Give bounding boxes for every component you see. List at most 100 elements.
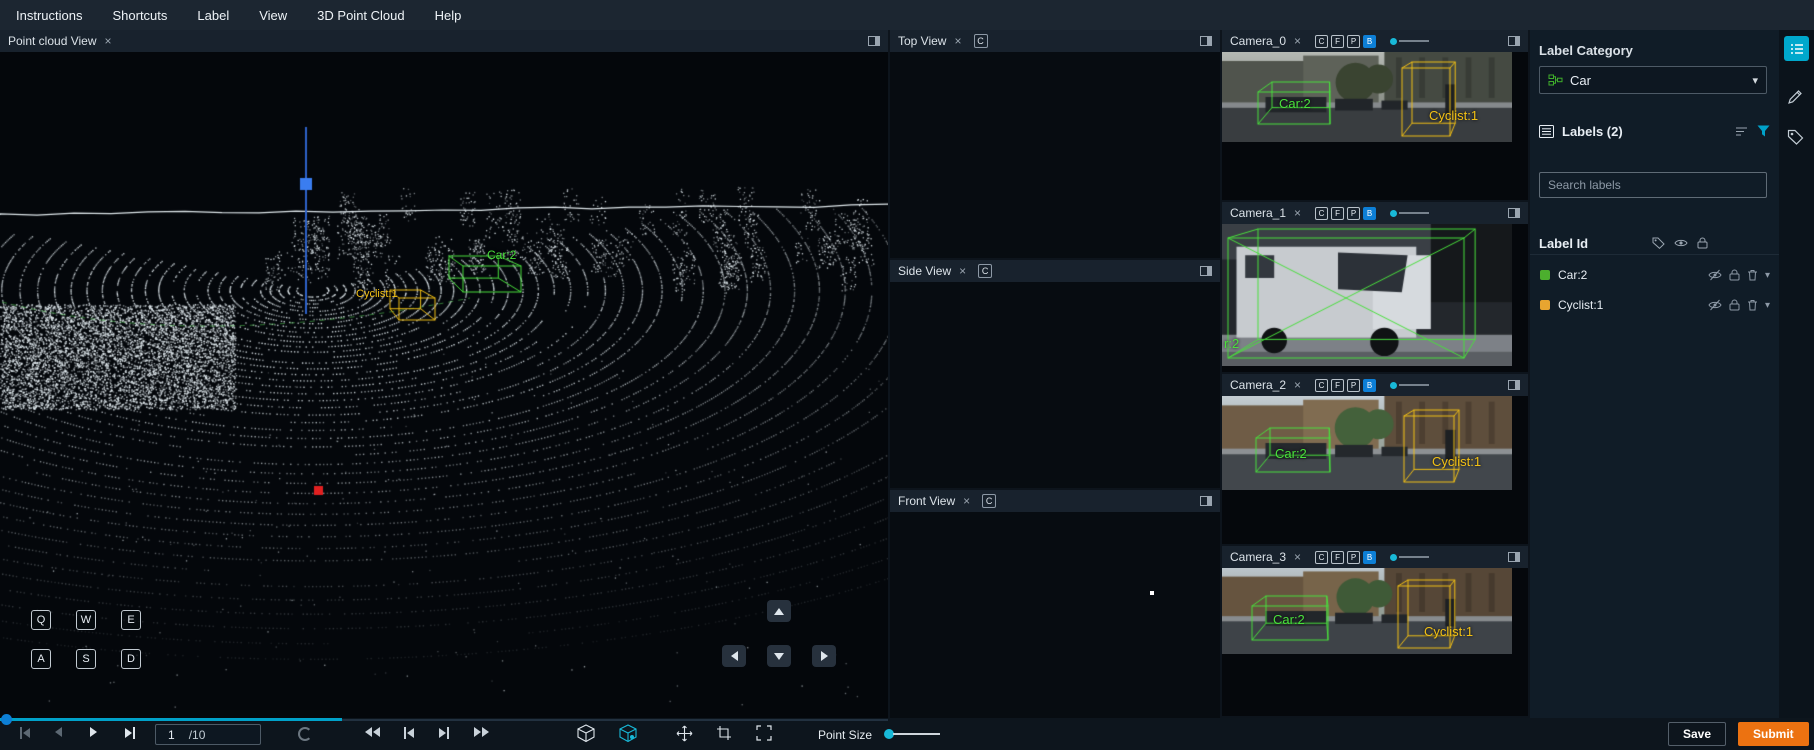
lock-icon[interactable] — [1697, 237, 1708, 249]
lock-icon[interactable] — [1729, 299, 1740, 311]
move-tool-icon[interactable] — [676, 725, 693, 742]
label-name[interactable]: Car:2 — [1558, 268, 1587, 282]
search-labels-input[interactable] — [1539, 172, 1767, 198]
lock-icon[interactable] — [1729, 269, 1740, 281]
previous-frame-button[interactable] — [55, 727, 62, 737]
next-frame-button[interactable] — [125, 727, 135, 739]
timeline-track[interactable] — [342, 719, 888, 721]
brightness-slider[interactable] — [1390, 38, 1429, 45]
panel-layout-icon[interactable] — [1200, 266, 1212, 276]
timeline-handle[interactable] — [1, 714, 12, 725]
pan-left-button[interactable] — [722, 645, 746, 667]
panel-layout-icon[interactable] — [1508, 36, 1520, 46]
camera-p-button[interactable]: P — [1347, 207, 1360, 220]
trash-icon[interactable] — [1747, 269, 1758, 281]
camera-f-button[interactable]: F — [1331, 35, 1344, 48]
skip-to-start-button[interactable] — [20, 727, 30, 739]
camera-b-button[interactable]: B — [1363, 207, 1376, 220]
close-icon[interactable]: × — [963, 494, 970, 508]
camera-1-image[interactable]: r:2 — [1222, 224, 1528, 372]
camera-f-button[interactable]: F — [1331, 379, 1344, 392]
close-icon[interactable]: × — [1294, 550, 1301, 564]
camera-f-button[interactable]: F — [1331, 551, 1344, 564]
camera-b-button[interactable]: B — [1363, 379, 1376, 392]
panel-layout-icon[interactable] — [1508, 552, 1520, 562]
car-box-label[interactable]: Car:2 — [487, 248, 516, 262]
panel-layout-icon[interactable] — [1200, 496, 1212, 506]
panel-layout-icon[interactable] — [1200, 36, 1212, 46]
slider-handle[interactable] — [1390, 210, 1397, 217]
camera-0-frame[interactable] — [1222, 52, 1512, 142]
close-icon[interactable]: × — [959, 264, 966, 278]
camera-p-button[interactable]: P — [1347, 35, 1360, 48]
camera-b-button[interactable]: B — [1363, 35, 1376, 48]
frame-current[interactable]: 1 — [168, 728, 175, 742]
center-view-button[interactable]: C — [974, 34, 988, 48]
crop-tool-icon[interactable] — [716, 725, 732, 741]
pan-up-button[interactable] — [767, 600, 791, 622]
panel-layout-icon[interactable] — [1508, 380, 1520, 390]
tag-icon[interactable] — [1652, 237, 1665, 249]
label-row-cyclist[interactable]: Cyclist:1 ▾ — [1536, 292, 1774, 318]
camera-2-image[interactable]: Car:2 Cyclist:1 — [1222, 396, 1528, 544]
center-view-button[interactable]: C — [978, 264, 992, 278]
brightness-slider[interactable] — [1390, 382, 1429, 389]
panel-layout-icon[interactable] — [1508, 208, 1520, 218]
point-size-track[interactable] — [893, 733, 940, 735]
fast-forward-button[interactable] — [474, 727, 489, 737]
camera-c-button[interactable]: C — [1315, 379, 1328, 392]
menu-label[interactable]: Label — [197, 8, 229, 23]
label-name[interactable]: Cyclist:1 — [1558, 298, 1603, 312]
step-forward-button[interactable] — [439, 727, 449, 739]
sort-icon[interactable] — [1735, 126, 1748, 137]
chevron-down-icon[interactable]: ▾ — [1765, 270, 1770, 281]
save-button[interactable]: Save — [1668, 722, 1726, 746]
point-cloud-viewport[interactable]: Car:2 Cyclist:1 Q W E A S D — [0, 52, 888, 718]
menu-instructions[interactable]: Instructions — [16, 8, 82, 23]
menu-view[interactable]: View — [259, 8, 287, 23]
camera-b-button[interactable]: B — [1363, 551, 1376, 564]
camera-c-button[interactable]: C — [1315, 551, 1328, 564]
camera-p-button[interactable]: P — [1347, 379, 1360, 392]
camera-c-button[interactable]: C — [1315, 35, 1328, 48]
close-icon[interactable]: × — [954, 34, 961, 48]
camera-3-image[interactable]: Car:2 Cyclist:1 — [1222, 568, 1528, 716]
step-back-button[interactable] — [404, 727, 414, 739]
pan-down-button[interactable] — [767, 645, 791, 667]
fullscreen-icon[interactable] — [756, 725, 772, 741]
top-view-viewport[interactable] — [890, 52, 1220, 258]
play-button[interactable] — [90, 727, 97, 737]
frame-counter[interactable]: 1 /10 — [155, 724, 261, 745]
front-view-viewport[interactable] — [890, 512, 1220, 718]
close-icon[interactable]: × — [1294, 378, 1301, 392]
camera-2-frame[interactable] — [1222, 396, 1512, 490]
chevron-down-icon[interactable]: ▾ — [1765, 300, 1770, 311]
timeline-progress[interactable] — [0, 718, 342, 721]
camera-3-frame[interactable] — [1222, 568, 1512, 654]
menu-3d-point-cloud[interactable]: 3D Point Cloud — [317, 8, 404, 23]
car-box-label[interactable]: Car:2 — [1275, 446, 1307, 461]
cyclist-box-label[interactable]: Cyclist:1 — [1432, 454, 1481, 469]
close-icon[interactable]: × — [1294, 34, 1301, 48]
camera-0-image[interactable]: Car:2 Cyclist:1 — [1222, 52, 1528, 200]
eye-slash-icon[interactable] — [1708, 299, 1722, 311]
slider-handle[interactable] — [1390, 382, 1397, 389]
eye-icon[interactable] — [1674, 238, 1688, 248]
pan-right-button[interactable] — [812, 645, 836, 667]
camera-1-frame[interactable] — [1222, 224, 1512, 366]
cuboid-active-tool-icon[interactable] — [618, 724, 638, 743]
submit-button[interactable]: Submit — [1738, 722, 1809, 746]
center-view-button[interactable]: C — [982, 494, 996, 508]
labels-panel-toggle[interactable] — [1784, 36, 1809, 61]
cuboid-tool-icon[interactable] — [576, 724, 596, 743]
slider-handle[interactable] — [1390, 554, 1397, 561]
menu-shortcuts[interactable]: Shortcuts — [112, 8, 167, 23]
car-box-label[interactable]: Car:2 — [1279, 96, 1311, 111]
panel-layout-icon[interactable] — [868, 36, 880, 46]
edit-pencil-icon[interactable] — [1787, 88, 1804, 105]
camera-p-button[interactable]: P — [1347, 551, 1360, 564]
close-icon[interactable]: × — [105, 34, 112, 48]
slider-handle[interactable] — [1390, 38, 1397, 45]
menu-help[interactable]: Help — [435, 8, 462, 23]
car-box-label[interactable]: Car:2 — [1273, 612, 1305, 627]
